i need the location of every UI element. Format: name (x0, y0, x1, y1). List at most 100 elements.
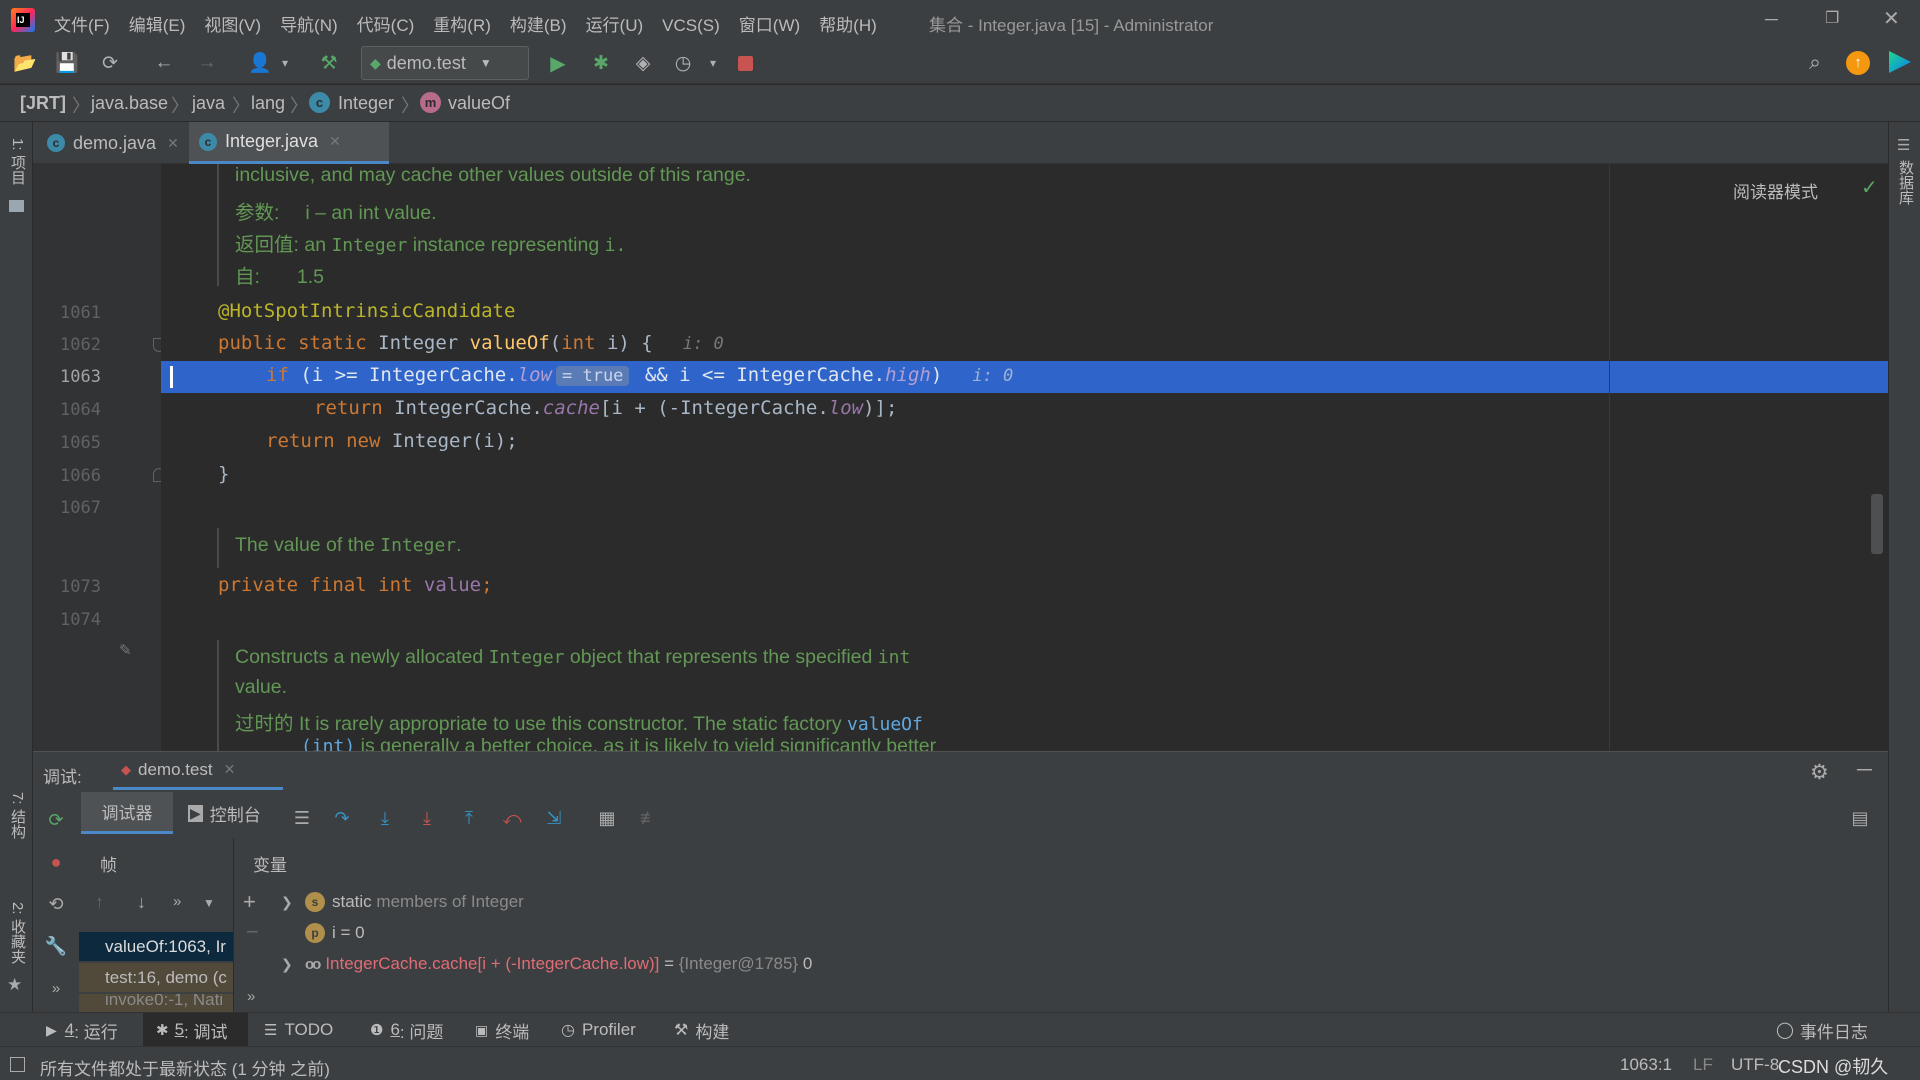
forward-icon[interactable]: → (194, 50, 220, 76)
variable-row[interactable]: ❯ s static members of Integer (281, 889, 524, 915)
more-icon[interactable]: » (43, 975, 69, 1001)
frames-filter-icon[interactable]: ▼ (203, 896, 215, 910)
run-config-selector[interactable]: ◆ demo.test ▼ (361, 46, 529, 80)
open-folder-icon[interactable]: 📂 (12, 50, 38, 76)
editor-scrollbar[interactable] (1871, 494, 1883, 554)
close-tab-icon[interactable]: ✕ (224, 761, 236, 778)
wrench-icon[interactable]: 🔧 (43, 933, 69, 959)
back-icon[interactable]: ← (151, 50, 177, 76)
debug-tool-tab[interactable]: ✱ 5: 调试 (143, 1013, 248, 1047)
menu-file[interactable]: 文件(F) (54, 11, 110, 36)
trace-icon[interactable]: ≢ (636, 805, 662, 831)
add-watch-icon[interactable]: + (243, 889, 256, 915)
debug-session-tab[interactable]: ◆ demo.test ✕ (113, 752, 283, 790)
status-toggle-icon[interactable] (10, 1057, 25, 1072)
code-editor[interactable]: inclusive, and may cache other values ou… (161, 164, 1888, 751)
search-icon[interactable]: ⌕ (1802, 50, 1828, 76)
update-icon[interactable]: ↑ (1846, 51, 1870, 75)
mute-breakpoints-icon[interactable]: ⟲ (43, 891, 69, 917)
layout-icon[interactable]: ▤ (1847, 805, 1873, 831)
build-tool-tab[interactable]: ⚒ 构建 (674, 1013, 729, 1047)
frame-item[interactable]: test:16, demo (c (79, 963, 233, 992)
tab-demo-java[interactable]: c demo.java ✕ (37, 122, 189, 164)
file-encoding[interactable]: UTF-8 (1731, 1055, 1779, 1075)
minimize-icon[interactable]: ─ (1765, 9, 1778, 30)
frames-list-icon[interactable]: ☰ (289, 805, 315, 831)
project-tool-tab[interactable]: 1: 项目 (7, 138, 28, 185)
menu-refactor[interactable]: 重构(R) (433, 11, 491, 36)
breadcrumb-java-base[interactable]: java.base (91, 93, 168, 114)
menu-build[interactable]: 构建(B) (510, 11, 567, 36)
event-log-tab[interactable]: ◯ 事件日志 (1776, 1013, 1868, 1047)
menu-vcs[interactable]: VCS(S) (662, 16, 720, 36)
drop-frame-icon[interactable]: ⤺ (499, 805, 525, 831)
frame-down-icon[interactable]: ↓ (137, 892, 146, 913)
run-tool-tab[interactable]: ▶ 4: 运行 (46, 1013, 118, 1047)
frames-more-icon[interactable]: » (173, 893, 181, 910)
close-tab-icon[interactable]: ✕ (167, 135, 179, 152)
breadcrumb-valueof[interactable]: valueOf (448, 93, 510, 114)
save-icon[interactable]: 💾 (54, 50, 80, 76)
restore-icon[interactable]: ❐ (1825, 8, 1839, 28)
menu-edit[interactable]: 编辑(E) (129, 11, 186, 36)
coverage-icon[interactable]: ◈ (630, 50, 656, 76)
edit-pencil-icon[interactable]: ✎ (119, 641, 132, 659)
user-icon[interactable]: 👤 (247, 50, 273, 76)
run-to-cursor-icon[interactable]: ⇲ (541, 805, 567, 831)
breadcrumb-integer[interactable]: Integer (338, 93, 394, 114)
doc-link[interactable]: valueOf (847, 714, 923, 735)
doc-link[interactable]: (int) (301, 736, 355, 751)
profile-icon[interactable]: ◷ (670, 50, 696, 76)
menu-navigate[interactable]: 导航(N) (280, 11, 338, 36)
expand-icon[interactable]: ❯ (281, 956, 305, 973)
menu-run[interactable]: 运行(U) (586, 11, 644, 36)
terminal-tool-tab[interactable]: ▣ 终端 (475, 1013, 529, 1047)
menu-help[interactable]: 帮助(H) (819, 11, 877, 36)
step-over-icon[interactable]: ↷ (329, 805, 355, 831)
frame-item[interactable]: valueOf:1063, Ir (79, 932, 233, 961)
code-text: Integer (366, 332, 470, 354)
frames-more-icon[interactable]: » (247, 988, 255, 1005)
sync-icon[interactable]: ⟳ (97, 50, 123, 76)
database-tool-tab[interactable]: 数据库 (1895, 160, 1916, 205)
build-hammer-icon[interactable]: ⚒ (316, 50, 342, 76)
profiler-tool-tab[interactable]: ◷ Profiler (561, 1013, 636, 1047)
stop-icon[interactable] (738, 56, 753, 71)
menu-code[interactable]: 代码(C) (357, 11, 415, 36)
close-tab-icon[interactable]: ✕ (329, 133, 341, 150)
user-dropdown-icon[interactable]: ▾ (272, 50, 298, 76)
force-step-into-icon[interactable]: ⤓ (414, 805, 440, 831)
step-out-icon[interactable]: ⤒ (456, 805, 482, 831)
breakpoints-icon[interactable]: ● (43, 849, 69, 875)
favorites-tool-tab[interactable]: 2: 收藏夹 (7, 902, 28, 964)
run-icon[interactable]: ▶ (545, 50, 571, 76)
structure-tool-tab[interactable]: 7: 结构 (7, 792, 28, 839)
breadcrumb-lang[interactable]: lang (251, 93, 285, 114)
cursor-position[interactable]: 1063:1 (1620, 1055, 1672, 1075)
menu-window[interactable]: 窗口(W) (739, 11, 800, 36)
todo-tool-tab[interactable]: ☰ TODO (264, 1013, 333, 1047)
debugger-tab[interactable]: 调试器 (81, 792, 173, 834)
frame-up-icon[interactable]: ↑ (95, 892, 104, 913)
close-window-icon[interactable]: ✕ (1883, 6, 1900, 31)
remove-watch-icon[interactable]: − (246, 919, 259, 945)
variable-row[interactable]: ❯ oo IntegerCache.cache[i + (-IntegerCac… (281, 951, 812, 977)
breadcrumb-java[interactable]: java (192, 93, 225, 114)
line-separator[interactable]: LF (1693, 1055, 1713, 1075)
variable-row[interactable]: p i = 0 (281, 920, 365, 946)
evaluate-table-icon[interactable]: ▦ (594, 805, 620, 831)
rerun-icon[interactable]: ⟳ (43, 807, 69, 833)
debug-bug-icon[interactable]: ✱ (588, 50, 614, 76)
problems-tool-tab[interactable]: ❶6: 问题 (370, 1013, 443, 1047)
tab-integer-java[interactable]: c Integer.java ✕ (189, 122, 389, 164)
reader-mode-toggle[interactable]: 阅读器模式 (1733, 178, 1818, 203)
gear-icon[interactable]: ⚙ (1810, 760, 1829, 785)
breadcrumb-jrt[interactable]: [JRT] (20, 93, 66, 114)
console-tab[interactable]: ▶ 控制台 (188, 792, 261, 834)
menu-view[interactable]: 视图(V) (204, 11, 261, 36)
hide-panel-icon[interactable]: ─ (1857, 758, 1872, 782)
step-into-icon[interactable]: ⤓ (372, 805, 398, 831)
expand-icon[interactable]: ❯ (281, 894, 305, 911)
profile-dropdown-icon[interactable]: ▾ (700, 50, 726, 76)
frame-item[interactable]: invoke0:-1, Nati (79, 994, 233, 1013)
